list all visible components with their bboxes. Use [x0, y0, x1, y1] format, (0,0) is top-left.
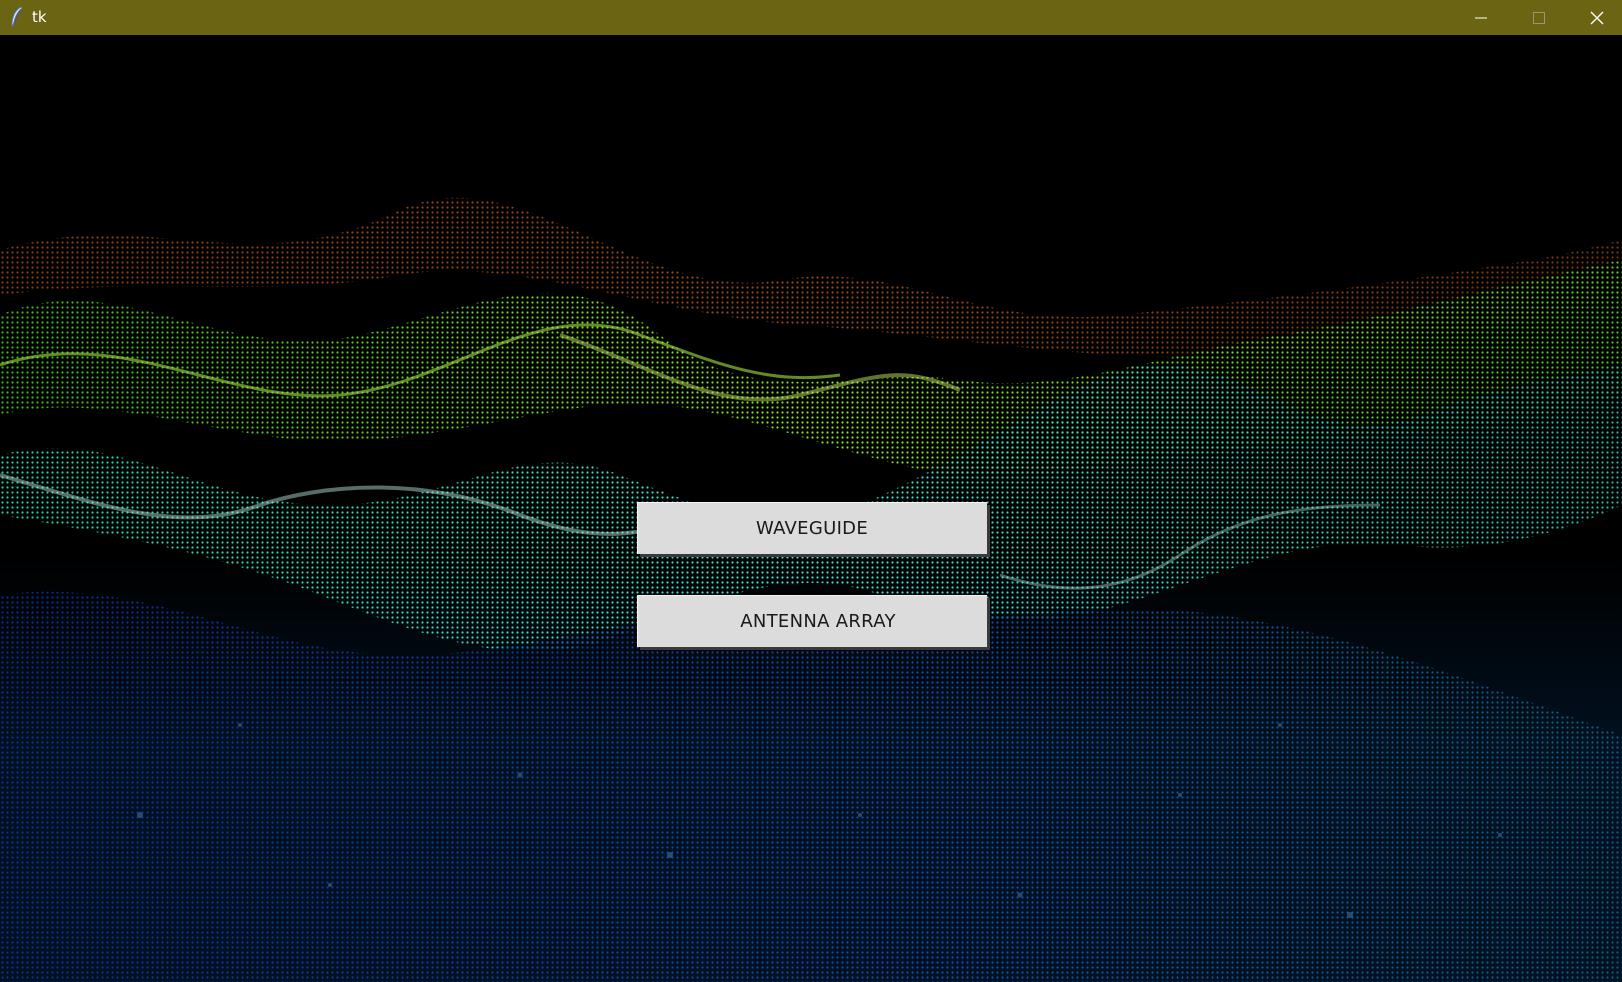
maximize-button[interactable] — [1510, 0, 1568, 35]
antenna-array-button[interactable]: ANTENNA ARRAY — [637, 595, 987, 647]
waveguide-button[interactable]: WAVEGUIDE — [637, 502, 987, 554]
window-title: tk — [32, 8, 47, 26]
minimize-icon — [1475, 17, 1487, 18]
close-icon — [1590, 11, 1604, 24]
canvas-area: WAVEGUIDE ANTENNA ARRAY — [0, 35, 1622, 982]
minimize-button[interactable] — [1452, 0, 1510, 35]
app-window: tk WAVEGUIDE ANTENNA ARRAY — [0, 0, 1622, 982]
close-button[interactable] — [1568, 0, 1622, 35]
title-bar[interactable]: tk — [0, 0, 1622, 35]
feather-icon — [11, 6, 23, 27]
maximize-icon — [1533, 11, 1545, 24]
